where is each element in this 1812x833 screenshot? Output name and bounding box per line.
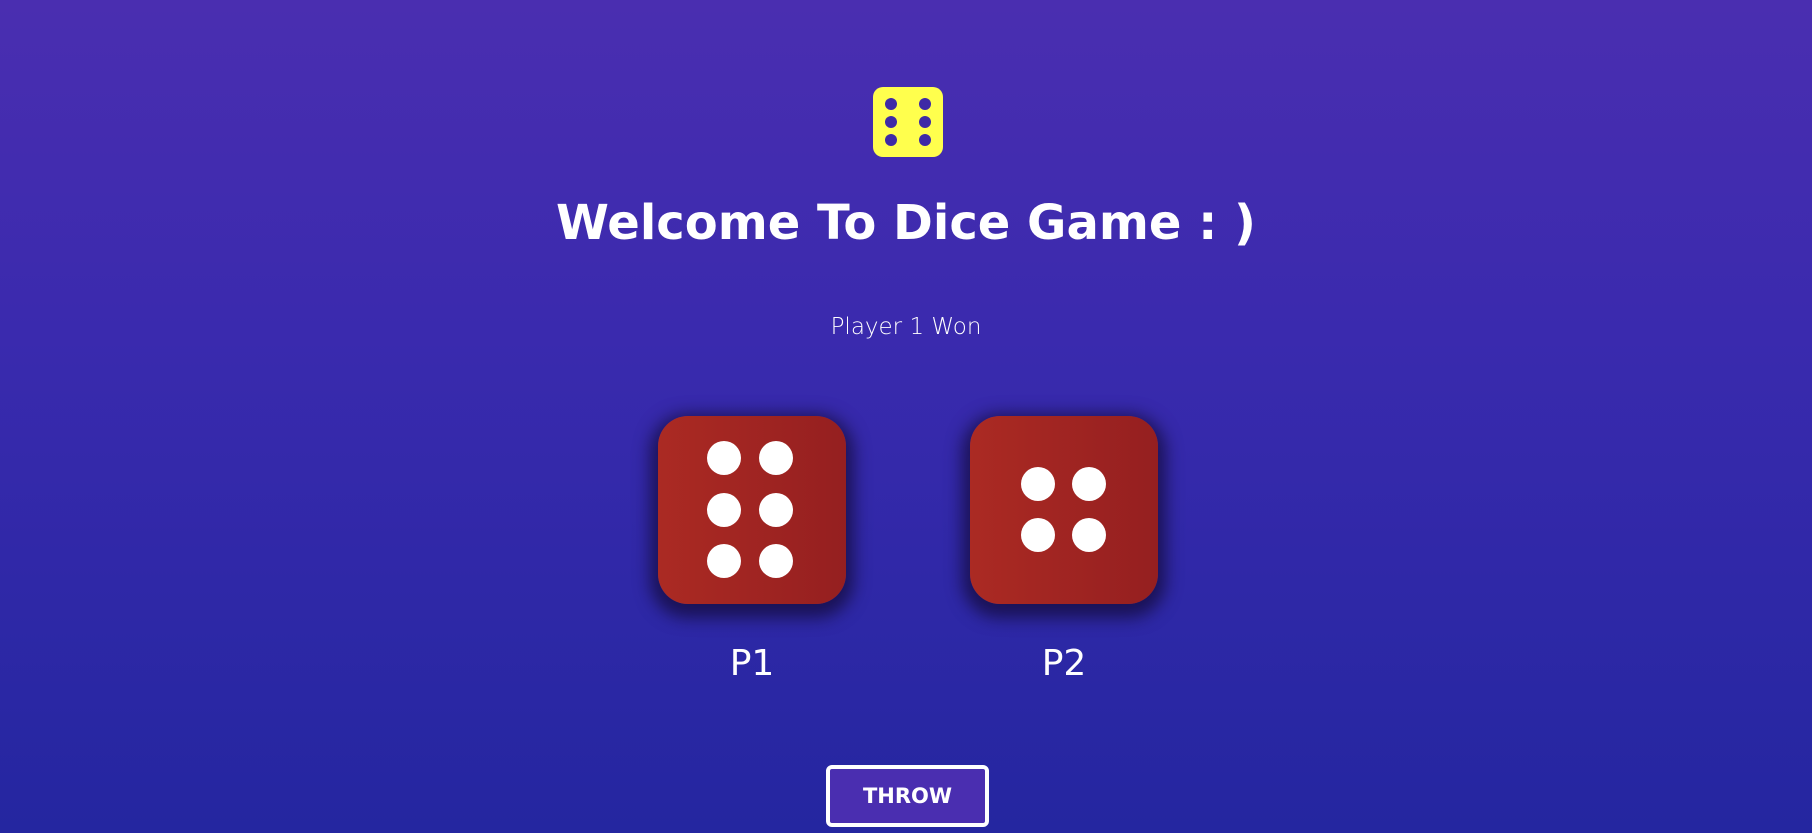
pip: [885, 116, 897, 128]
player-label: P2: [1041, 643, 1087, 684]
pip: [919, 134, 931, 146]
pip: [759, 493, 793, 527]
pip: [919, 116, 931, 128]
pip: [707, 544, 741, 578]
pip: [1021, 518, 1055, 552]
pip: [885, 98, 897, 110]
pip: [707, 493, 741, 527]
player-label: P1: [729, 643, 775, 684]
pip: [1072, 467, 1106, 501]
page-title: Welcome To Dice Game : ): [556, 195, 1256, 251]
pip: [919, 98, 931, 110]
pip: [759, 441, 793, 475]
dice-six-icon: [658, 416, 846, 604]
game-status: Player 1 Won: [830, 314, 982, 340]
dice-four-icon: [970, 416, 1158, 604]
pip: [759, 544, 793, 578]
dice-logo-icon: [873, 87, 943, 157]
pip: [707, 441, 741, 475]
player-2: P2: [970, 416, 1158, 686]
pip: [885, 134, 897, 146]
pip: [1072, 518, 1106, 552]
player-1: P1: [658, 416, 846, 686]
throw-button[interactable]: THROW: [826, 765, 989, 827]
pip: [1021, 467, 1055, 501]
